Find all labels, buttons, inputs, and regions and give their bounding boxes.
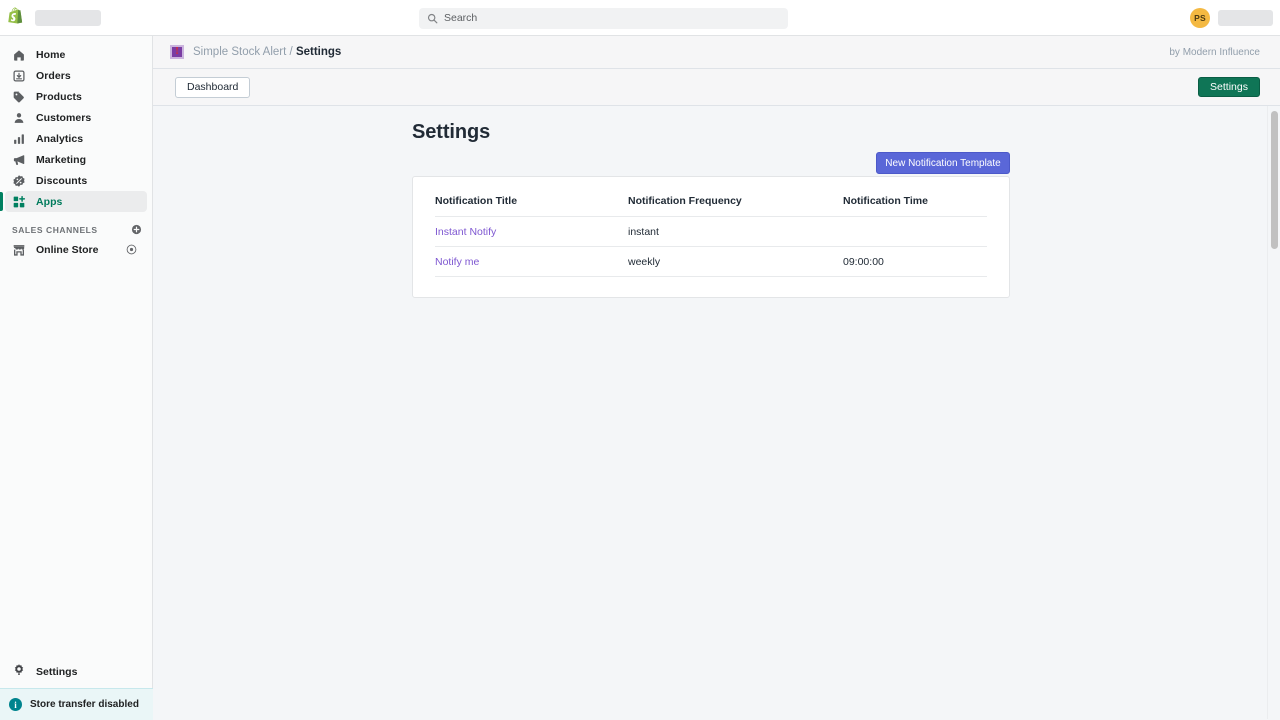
breadcrumb-current: Settings — [295, 46, 342, 58]
column-header-frequency: Notification Frequency — [628, 195, 843, 217]
notification-templates-table: Notification Title Notification Frequenc… — [435, 195, 987, 277]
sidebar-nav: Home Orders Products Customers Analytics — [0, 36, 152, 212]
sidebar-item-label: Discounts — [36, 174, 88, 187]
content-scrollbar-thumb[interactable] — [1271, 111, 1278, 249]
store-transfer-notice[interactable]: i Store transfer disabled — [0, 688, 153, 720]
megaphone-icon — [12, 153, 26, 167]
sidebar-item-discounts[interactable]: Discounts — [5, 170, 147, 191]
account-name-skeleton[interactable] — [1218, 10, 1273, 26]
cell-frequency: instant — [628, 216, 843, 247]
new-notification-template-button[interactable]: New Notification Template — [876, 152, 1010, 174]
sidebar-item-label: Analytics — [36, 132, 84, 145]
avatar[interactable]: PS — [1190, 8, 1210, 28]
sidebar-item-label: Apps — [36, 195, 63, 208]
exclamation-square-icon: ! — [170, 45, 184, 59]
breadcrumb: Simple Stock Alert / Settings — [193, 46, 341, 58]
cell-title: Notify me — [435, 246, 628, 277]
info-icon: i — [9, 698, 22, 711]
breadcrumb-app-name[interactable]: Simple Stock Alert — [193, 46, 286, 58]
sidebar-item-home[interactable]: Home — [5, 44, 147, 65]
search-placeholder: Search — [444, 12, 478, 25]
sidebar-item-customers[interactable]: Customers — [5, 107, 147, 128]
shopify-bag-icon[interactable] — [7, 7, 27, 29]
sidebar-item-orders[interactable]: Orders — [5, 65, 147, 86]
sidebar-channel-label: Online Store — [36, 243, 99, 256]
sidebar: Home Orders Products Customers Analytics — [0, 36, 153, 720]
sidebar-item-label: Home — [36, 48, 66, 61]
search-input[interactable]: Search — [419, 8, 788, 29]
sales-channels-title: SALES CHANNELS — [12, 224, 98, 235]
eye-icon[interactable] — [126, 244, 137, 255]
cell-frequency: weekly — [628, 246, 843, 277]
store-transfer-label: Store transfer disabled — [30, 699, 139, 710]
sidebar-item-label: Customers — [36, 111, 92, 124]
apps-grid-icon — [12, 195, 26, 209]
app-author: by Modern Influence — [1169, 46, 1260, 58]
sidebar-item-analytics[interactable]: Analytics — [5, 128, 147, 149]
dashboard-button[interactable]: Dashboard — [175, 76, 251, 98]
sidebar-item-label: Marketing — [36, 153, 87, 166]
bar-chart-icon — [12, 132, 26, 146]
cell-time: 09:00:00 — [843, 246, 987, 277]
sidebar-item-products[interactable]: Products — [5, 86, 147, 107]
notification-title-link[interactable]: Instant Notify — [435, 226, 496, 238]
home-icon — [12, 48, 26, 62]
cell-title: Instant Notify — [435, 216, 628, 247]
sales-channels-header: SALES CHANNELS — [12, 224, 142, 235]
table-row: Instant Notify instant — [435, 216, 987, 247]
sidebar-item-label: Products — [36, 90, 82, 103]
sidebar-item-label: Orders — [36, 69, 71, 82]
tag-icon — [12, 90, 26, 104]
notification-templates-card: Notification Title Notification Frequenc… — [412, 176, 1010, 298]
content-scrollbar-track[interactable] — [1267, 106, 1280, 719]
page-title: Settings — [412, 121, 491, 143]
app-content: Settings New Notification Template Notif… — [153, 106, 1280, 719]
orders-icon — [12, 69, 26, 83]
storefront-icon — [12, 243, 26, 257]
sidebar-channel-online-store[interactable]: Online Store — [5, 239, 147, 260]
sidebar-item-marketing[interactable]: Marketing — [5, 149, 147, 170]
settings-button[interactable]: Settings — [1198, 77, 1260, 97]
search-icon — [427, 13, 438, 24]
sidebar-settings-label: Settings — [36, 666, 78, 678]
notification-title-link[interactable]: Notify me — [435, 256, 479, 268]
plus-circle-icon[interactable] — [131, 224, 142, 235]
app-toolbar: Dashboard Settings — [153, 69, 1280, 106]
table-header-row: Notification Title Notification Frequenc… — [435, 195, 987, 217]
column-header-time: Notification Time — [843, 195, 987, 217]
app-header: ! Simple Stock Alert / Settings by Moder… — [153, 36, 1280, 69]
person-icon — [12, 111, 26, 125]
sidebar-item-apps[interactable]: Apps — [0, 191, 147, 212]
sidebar-item-settings[interactable]: Settings — [0, 660, 153, 684]
embedded-app-frame: ! Simple Stock Alert / Settings by Moder… — [153, 36, 1280, 720]
table-row: Notify me weekly 09:00:00 — [435, 246, 987, 277]
discount-icon — [12, 174, 26, 188]
breadcrumb-separator: / — [289, 46, 293, 58]
store-name-skeleton[interactable] — [35, 9, 101, 26]
cell-time — [843, 216, 987, 247]
global-topbar: Search PS — [0, 0, 1280, 36]
column-header-title: Notification Title — [435, 195, 628, 217]
gear-icon — [12, 663, 26, 682]
